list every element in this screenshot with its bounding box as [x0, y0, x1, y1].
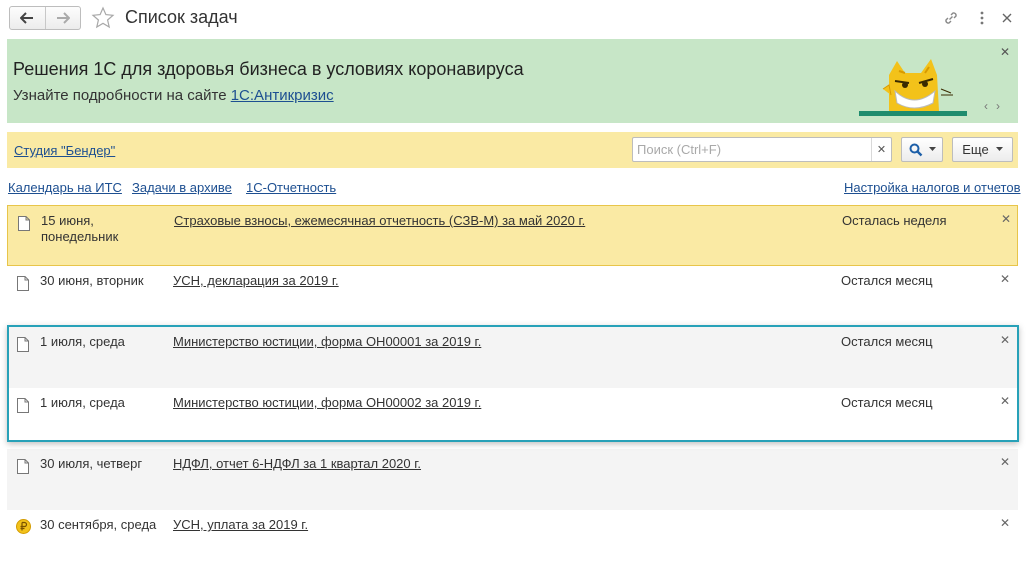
task-close-button[interactable]: ✕ [1001, 212, 1011, 226]
task-row[interactable]: 30 июля, четверг НДФЛ, отчет 6-НДФЛ за 1… [7, 449, 1018, 510]
page-title: Список задач [125, 7, 238, 27]
banner-pager: ‹› [984, 99, 1008, 113]
document-icon [18, 216, 30, 231]
more-button[interactable]: Еще [952, 137, 1013, 162]
document-icon [17, 459, 29, 474]
banner-subtitle-text: Узнайте подробности на сайте [13, 87, 227, 104]
search-input[interactable] [633, 138, 871, 161]
task-remaining: Остался месяц [841, 334, 933, 349]
archive-tasks-link[interactable]: Задачи в архиве [132, 180, 232, 195]
task-remaining: Осталась неделя [842, 213, 947, 228]
close-window-button[interactable] [997, 8, 1017, 28]
task-row[interactable]: 1 июля, среда Министерство юстиции, форм… [7, 388, 1018, 449]
arrow-left-icon [20, 12, 34, 24]
ruble-coin-icon [16, 519, 31, 534]
document-icon [17, 398, 29, 413]
promo-banner: Решения 1С для здоровья бизнеса в услови… [7, 39, 1018, 123]
task-remaining: Остался месяц [841, 395, 933, 410]
task-close-button[interactable]: ✕ [1000, 333, 1010, 347]
task-title-link[interactable]: НДФЛ, отчет 6-НДФЛ за 1 квартал 2020 г. [173, 456, 421, 471]
task-row[interactable]: 1 июля, среда Министерство юстиции, форм… [7, 327, 1018, 388]
task-row[interactable]: 15 июня, понедельник Страховые взносы, е… [7, 205, 1018, 266]
task-close-button[interactable]: ✕ [1000, 516, 1010, 530]
title-bar: Список задач [0, 0, 1028, 36]
banner-link[interactable]: 1С:Антикризис [231, 87, 334, 104]
organization-link[interactable]: Студия "Бендер" [14, 143, 115, 158]
document-icon [17, 337, 29, 352]
banner-next-button[interactable]: › [996, 99, 1008, 113]
task-date: 30 июля, четверг [40, 456, 143, 471]
favorite-star-icon[interactable] [91, 6, 115, 30]
more-button-label: Еще [962, 142, 989, 157]
reporting-link[interactable]: 1С-Отчетность [246, 180, 336, 195]
search-box: ✕ [632, 137, 892, 162]
task-date: 15 июня, понедельник [41, 213, 119, 244]
task-title-link[interactable]: Министерство юстиции, форма ОН00001 за 2… [173, 334, 481, 349]
close-icon [1002, 13, 1012, 23]
banner-title: Решения 1С для здоровья бизнеса в услови… [13, 59, 524, 79]
more-menu-button[interactable] [972, 8, 992, 28]
banner-subtitle: Узнайте подробности на сайте 1С:Антикриз… [13, 87, 334, 104]
chevron-down-icon [995, 147, 1003, 151]
forward-button[interactable] [44, 7, 80, 29]
task-row[interactable]: 30 июня, вторник УСН, декларация за 2019… [7, 266, 1018, 327]
banner-prev-button[interactable]: ‹ [984, 99, 996, 113]
cat-mascot-icon [859, 59, 967, 116]
banner-close-button[interactable]: ✕ [1000, 45, 1010, 59]
filter-toolbar: Студия "Бендер" ✕ Еще [7, 132, 1018, 168]
navigation-buttons [9, 6, 81, 30]
search-icon [909, 143, 922, 156]
search-button[interactable] [901, 137, 943, 162]
task-title-link[interactable]: УСН, декларация за 2019 г. [173, 273, 339, 288]
arrow-right-icon [56, 12, 70, 24]
link-button[interactable] [941, 8, 961, 28]
task-title-link[interactable]: Страховые взносы, ежемесячная отчетность… [174, 213, 585, 228]
task-row[interactable]: 30 сентября, среда УСН, уплата за 2019 г… [7, 510, 1018, 566]
task-date: 30 сентября, среда [40, 517, 157, 532]
its-calendar-link[interactable]: Календарь на ИТС [8, 180, 122, 195]
task-date: 1 июля, среда [40, 395, 125, 410]
tax-settings-link[interactable]: Настройка налогов и отчетов [844, 180, 1020, 195]
chevron-down-icon [928, 147, 936, 151]
task-close-button[interactable]: ✕ [1000, 272, 1010, 286]
document-icon [17, 276, 29, 291]
task-remaining: Остался месяц [841, 273, 933, 288]
vertical-dots-icon [980, 11, 984, 25]
link-icon [945, 12, 957, 24]
search-clear-button[interactable]: ✕ [871, 138, 891, 161]
task-title-link[interactable]: Министерство юстиции, форма ОН00002 за 2… [173, 395, 481, 410]
task-title-link[interactable]: УСН, уплата за 2019 г. [173, 517, 308, 532]
task-date: 1 июля, среда [40, 334, 125, 349]
task-close-button[interactable]: ✕ [1000, 394, 1010, 408]
back-button[interactable] [10, 7, 45, 29]
task-date: 30 июня, вторник [40, 273, 144, 288]
task-close-button[interactable]: ✕ [1000, 455, 1010, 469]
